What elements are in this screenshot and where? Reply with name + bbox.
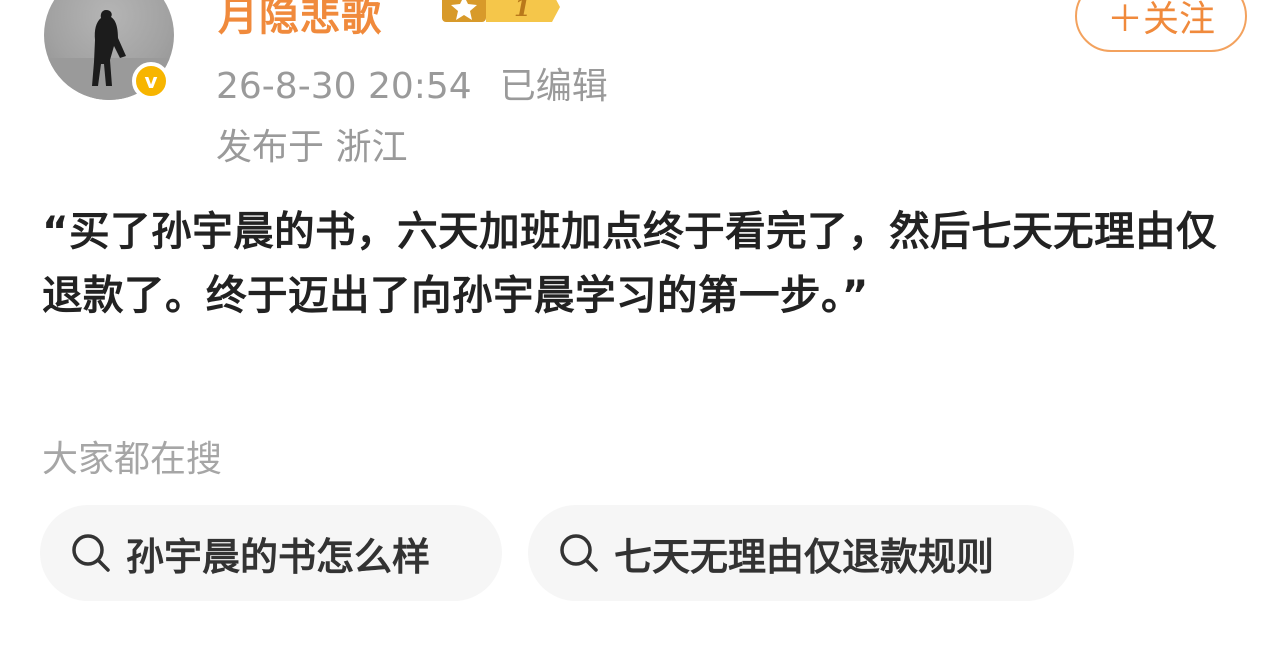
level-number: 1	[514, 0, 531, 22]
search-icon	[72, 534, 110, 572]
verified-badge-icon: v	[132, 62, 170, 100]
hot-search-chip[interactable]: 七天无理由仅退款规则	[528, 505, 1074, 601]
post-location: 发布于 浙江	[216, 127, 408, 168]
post-meta: 26-8-30 20:54 已编辑	[216, 57, 608, 109]
level-badge-icon: 1	[442, 0, 560, 22]
search-icon	[560, 534, 598, 572]
post-time: 26-8-30 20:54	[216, 66, 472, 107]
post-text: “买了孙宇晨的书，六天加班加点终于看完了，然后七天无理由仅退款了。终于迈出了向孙…	[42, 207, 1218, 319]
hot-search-chip-label: 孙宇晨的书怎么样	[126, 534, 431, 579]
hot-search-chip[interactable]: 孙宇晨的书怎么样	[40, 505, 502, 601]
edited-label[interactable]: 已编辑	[500, 66, 608, 107]
follow-button[interactable]: ＋关注	[1075, 0, 1247, 52]
username[interactable]: 月隐悲歌	[218, 0, 382, 42]
hot-search-chip-label: 七天无理由仅退款规则	[614, 534, 995, 579]
hot-search-heading: 大家都在搜	[42, 439, 223, 480]
